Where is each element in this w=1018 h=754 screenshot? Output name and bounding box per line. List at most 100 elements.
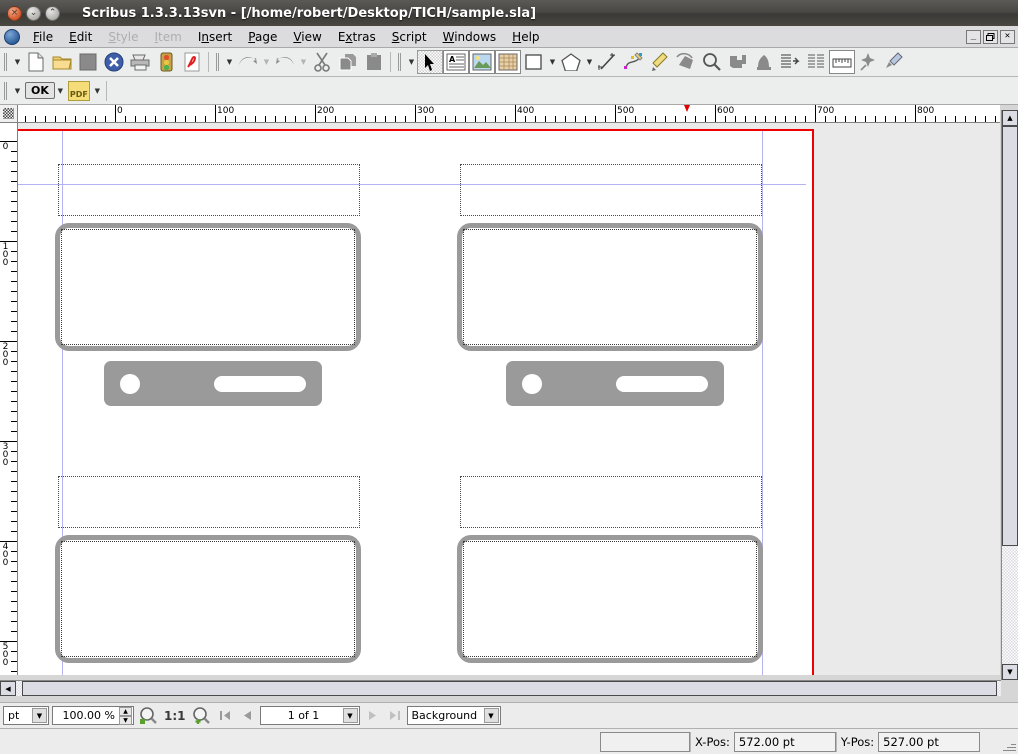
pdf-tools-icon[interactable]: PDF bbox=[66, 79, 92, 103]
scroll-up-button[interactable]: ▲ bbox=[1002, 110, 1018, 126]
freehand-line-icon[interactable] bbox=[647, 50, 673, 74]
line-icon[interactable] bbox=[595, 50, 621, 74]
menu-item-extras[interactable]: Extras bbox=[330, 28, 384, 46]
page-select[interactable]: 1 of 1 ▼ bbox=[259, 706, 360, 725]
horizontal-ruler[interactable]: 0 100 200 300 400 500 600 700 800 bbox=[18, 105, 1000, 123]
edit-contents-icon[interactable] bbox=[725, 50, 751, 74]
menu-item-script[interactable]: Script bbox=[384, 28, 435, 46]
scroll-left-button[interactable]: ◀ bbox=[0, 681, 16, 696]
horizontal-scroll-thumb[interactable] bbox=[22, 681, 997, 696]
document-canvas[interactable] bbox=[18, 123, 1000, 675]
toolbar-overflow-file[interactable]: ▼ bbox=[12, 51, 23, 73]
vertical-ruler[interactable]: 0 100 200 300 400 500 bbox=[0, 123, 18, 675]
ruler-minor-tick bbox=[11, 171, 17, 172]
image-frame-bottom-right[interactable] bbox=[457, 535, 763, 663]
layer-select[interactable]: Background ▼ bbox=[406, 706, 501, 725]
pdf-ok-button[interactable]: OK bbox=[25, 82, 55, 99]
minimize-window-button[interactable]: ⌄ bbox=[26, 5, 41, 21]
edit-text-story-icon[interactable] bbox=[751, 50, 777, 74]
zoom-stepper[interactable]: ▲ ▼ bbox=[119, 707, 132, 725]
polygon-dropdown-arrow[interactable]: ▼ bbox=[584, 51, 595, 73]
menu-item-insert[interactable]: Insert bbox=[190, 28, 240, 46]
shape-dropdown-arrow[interactable]: ▼ bbox=[547, 51, 558, 73]
unlink-text-frames-icon[interactable] bbox=[803, 50, 829, 74]
table-icon[interactable] bbox=[495, 50, 521, 74]
toolbar-grip-edit[interactable] bbox=[214, 51, 223, 73]
decorative-bar-top-right[interactable] bbox=[506, 361, 724, 406]
decorative-bar-top-left[interactable] bbox=[104, 361, 322, 406]
toolbar-overflow-tools[interactable]: ▼ bbox=[406, 51, 417, 73]
text-frame-bottom-right[interactable] bbox=[460, 476, 762, 528]
zoom-reset-button[interactable]: 1:1 bbox=[162, 709, 188, 723]
rotate-item-icon[interactable] bbox=[673, 50, 699, 74]
menu-item-windows[interactable]: Windows bbox=[435, 28, 505, 46]
zoom-in-button[interactable] bbox=[191, 706, 213, 726]
toolbar-overflow-edit[interactable]: ▼ bbox=[224, 51, 235, 73]
export-pdf-icon[interactable] bbox=[179, 50, 205, 74]
unit-select[interactable]: pt ▼ bbox=[3, 706, 49, 725]
toolbar-grip-file[interactable] bbox=[2, 51, 11, 73]
resize-grip[interactable] bbox=[1002, 738, 1016, 752]
toolbar-overflow-pdf[interactable]: ▼ bbox=[12, 80, 23, 102]
zoom-icon[interactable] bbox=[699, 50, 725, 74]
close-document-icon[interactable] bbox=[101, 50, 127, 74]
cut-icon[interactable] bbox=[309, 50, 335, 74]
pdf-ok-dropdown-arrow[interactable]: ▼ bbox=[55, 80, 66, 102]
undo-dropdown-arrow[interactable]: ▼ bbox=[261, 51, 272, 73]
bezier-curve-icon[interactable] bbox=[621, 50, 647, 74]
new-document-icon[interactable] bbox=[23, 50, 49, 74]
paste-icon[interactable] bbox=[361, 50, 387, 74]
shape-icon[interactable] bbox=[521, 50, 547, 74]
mdi-close-button[interactable]: ✕ bbox=[1000, 29, 1015, 44]
ruler-minor-tick bbox=[365, 116, 366, 122]
link-text-frames-icon[interactable] bbox=[777, 50, 803, 74]
eye-dropper-icon[interactable] bbox=[881, 50, 907, 74]
menu-item-page[interactable]: Page bbox=[240, 28, 285, 46]
mdi-minimize-button[interactable]: _ bbox=[966, 29, 981, 44]
select-item-icon[interactable] bbox=[417, 50, 443, 74]
undo-icon[interactable] bbox=[235, 50, 261, 74]
ruler-minor-tick bbox=[235, 116, 236, 122]
save-document-icon[interactable] bbox=[75, 50, 101, 74]
text-frame-icon[interactable]: A bbox=[443, 50, 469, 74]
zoom-out-button[interactable] bbox=[137, 706, 159, 726]
menu-item-help[interactable]: Help bbox=[504, 28, 547, 46]
next-page-button[interactable] bbox=[363, 706, 382, 725]
redo-dropdown-arrow[interactable]: ▼ bbox=[298, 51, 309, 73]
menu-item-edit[interactable]: Edit bbox=[61, 28, 100, 46]
toolbar-grip-pdf[interactable] bbox=[2, 80, 11, 102]
copy-item-properties-icon[interactable] bbox=[855, 50, 881, 74]
zoom-input[interactable]: 100.00 % ▲ ▼ bbox=[52, 706, 134, 725]
redo-icon[interactable] bbox=[272, 50, 298, 74]
menu-item-file[interactable]: File bbox=[25, 28, 61, 46]
last-page-icon bbox=[389, 711, 400, 720]
last-page-button[interactable] bbox=[385, 706, 404, 725]
text-frame-bottom-left[interactable] bbox=[58, 476, 360, 528]
image-frame-icon[interactable] bbox=[469, 50, 495, 74]
pdf-tools-dropdown-arrow[interactable]: ▼ bbox=[92, 80, 103, 102]
image-frame-bottom-left[interactable] bbox=[55, 535, 361, 663]
image-frame-top-right[interactable] bbox=[457, 223, 763, 351]
close-window-button[interactable]: × bbox=[7, 5, 22, 21]
menu-item-view[interactable]: View bbox=[285, 28, 329, 46]
first-page-button[interactable] bbox=[216, 706, 235, 725]
toolbar-grip-tools[interactable] bbox=[396, 51, 405, 73]
text-frame-top-right[interactable] bbox=[460, 164, 762, 216]
open-document-icon[interactable] bbox=[49, 50, 75, 74]
restore-icon bbox=[986, 32, 995, 41]
copy-icon[interactable] bbox=[335, 50, 361, 74]
print-icon[interactable] bbox=[127, 50, 153, 74]
image-frame-top-left[interactable] bbox=[55, 223, 361, 351]
scroll-down-button[interactable]: ▼ bbox=[1002, 664, 1018, 680]
horizontal-scrollbar[interactable]: ◀ bbox=[0, 680, 1001, 696]
preflight-verifier-icon[interactable] bbox=[153, 50, 179, 74]
polygon-icon[interactable] bbox=[558, 50, 584, 74]
vertical-scroll-thumb[interactable] bbox=[1002, 126, 1018, 546]
text-frame-top-left[interactable] bbox=[58, 164, 360, 216]
prev-page-button[interactable] bbox=[238, 706, 257, 725]
maximize-window-button[interactable]: ⌃ bbox=[45, 5, 60, 21]
mdi-restore-button[interactable] bbox=[983, 29, 998, 44]
vertical-scrollbar[interactable]: ▲ ▼ bbox=[1001, 110, 1018, 680]
ruler-origin-corner[interactable] bbox=[0, 105, 18, 123]
measurements-icon[interactable] bbox=[829, 50, 855, 74]
